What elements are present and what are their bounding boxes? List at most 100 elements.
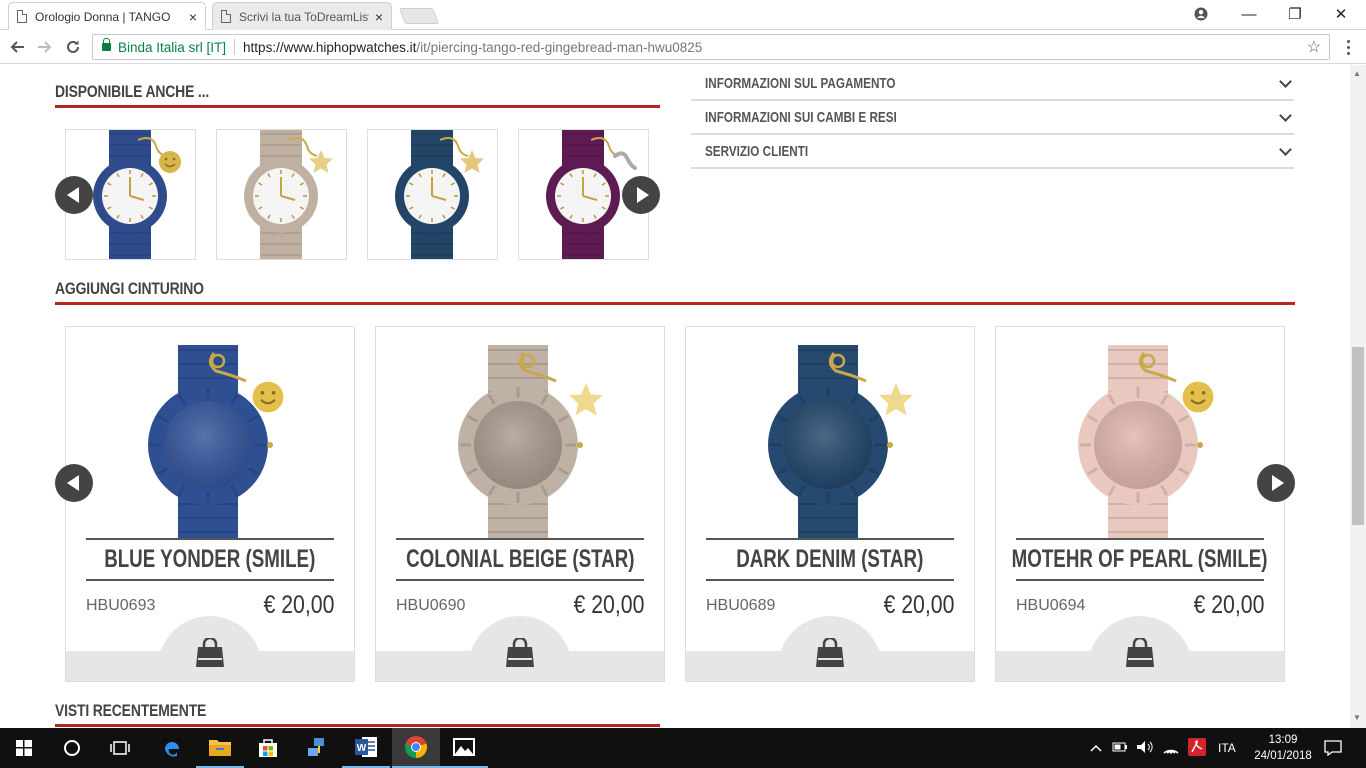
reload-icon[interactable] — [62, 36, 84, 58]
browser-toolbar: Binda Italia srl [IT] https://www.hiphop… — [0, 30, 1366, 64]
clock-date: 24/01/2018 — [1254, 750, 1312, 762]
accordion-returns[interactable]: INFORMAZIONI SUI CAMBI E RESI — [691, 101, 1294, 135]
strap-price: € 20,00 — [1193, 591, 1264, 619]
strap-price: € 20,00 — [883, 591, 954, 619]
chrome-menu-icon[interactable] — [1340, 36, 1356, 58]
notifications-icon[interactable] — [1312, 728, 1354, 768]
accordion-customer-service[interactable]: SERVIZIO CLIENTI — [691, 135, 1294, 169]
file-explorer-icon[interactable] — [196, 728, 244, 768]
carousel-prev-arrow-icon[interactable] — [55, 176, 93, 214]
strap-name[interactable]: COLONIAL BEIGE (STAR) — [396, 538, 644, 581]
recently-viewed-title: VISTI RECENTEMENTE — [55, 701, 207, 720]
chrome-icon[interactable] — [392, 728, 440, 768]
battery-icon[interactable] — [1112, 741, 1128, 755]
show-hidden-icons-icon[interactable] — [1090, 741, 1102, 755]
scrollbar-thumb[interactable] — [1352, 347, 1364, 525]
input-language[interactable]: ITA — [1218, 741, 1236, 755]
strap-price: € 20,00 — [573, 591, 644, 619]
available-watch-thumb[interactable] — [216, 129, 347, 260]
strap-name[interactable]: DARK DENIM (STAR) — [706, 538, 954, 581]
volume-icon[interactable] — [1136, 740, 1154, 757]
strap-name[interactable]: MOTEHR OF PEARL (SMILE) — [1012, 538, 1268, 581]
shopping-bag-icon[interactable] — [1124, 638, 1156, 668]
strap-prev-arrow-icon[interactable] — [55, 464, 93, 502]
store-icon[interactable] — [244, 728, 292, 768]
task-view-icon[interactable] — [96, 728, 144, 768]
document-icon — [221, 10, 231, 23]
carousel-next-arrow-icon[interactable] — [622, 176, 660, 214]
strap-card[interactable]: MOTEHR OF PEARL (SMILE) HBU0694 € 20,00 — [995, 326, 1285, 682]
windows-taskbar: W ITA 13:09 24/01/2018 — [0, 728, 1366, 768]
new-tab-button[interactable] — [399, 8, 439, 24]
tab-title: Orologio Donna | TANGO — [35, 9, 171, 24]
edge-icon[interactable] — [148, 728, 196, 768]
site-identity[interactable]: Binda Italia srl [IT] — [118, 40, 226, 55]
strap-price: € 20,00 — [263, 591, 334, 619]
add-strap-section-title: AGGIUNGI CINTURINO — [55, 279, 204, 298]
acrobat-icon[interactable] — [1188, 737, 1206, 759]
section-underline — [55, 302, 1295, 305]
strap-name-label: COLONIAL BEIGE (STAR) — [405, 545, 635, 573]
watch-image — [395, 130, 484, 259]
accordion-label: INFORMAZIONI SUI CAMBI E RESI — [705, 109, 897, 126]
minimize-button[interactable]: — — [1226, 0, 1272, 28]
strap-name-label: BLUE YONDER (SMILE) — [104, 545, 316, 573]
close-tab-icon[interactable]: × — [375, 9, 383, 25]
strap-card[interactable]: DARK DENIM (STAR) HBU0689 € 20,00 — [685, 326, 975, 682]
chevron-down-icon — [1279, 109, 1292, 122]
close-window-button[interactable]: ✕ — [1318, 0, 1364, 28]
strap-sku: HBU0694 — [1016, 597, 1086, 614]
tab-orologio-donna[interactable]: Orologio Donna | TANGO × — [8, 2, 206, 30]
start-icon[interactable] — [0, 728, 48, 768]
available-watch-thumb[interactable] — [367, 129, 498, 260]
accordion-label: SERVIZIO CLIENTI — [705, 143, 809, 160]
chevron-down-icon — [1279, 143, 1292, 156]
strap-card[interactable]: COLONIAL BEIGE (STAR) HBU0690 € 20,00 — [375, 326, 665, 682]
strap-image — [768, 345, 913, 540]
tab-strip: Orologio Donna | TANGO × Scrivi la tua T… — [0, 0, 1366, 30]
maximize-button[interactable]: ❐ — [1272, 0, 1318, 28]
strap-name-label: MOTEHR OF PEARL (SMILE) — [1012, 545, 1268, 573]
photos-icon[interactable] — [440, 728, 488, 768]
tab-todreamlist[interactable]: Scrivi la tua ToDreamList × — [212, 2, 392, 30]
strap-next-arrow-icon[interactable] — [1257, 464, 1295, 502]
clock[interactable]: 13:09 24/01/2018 — [1250, 732, 1316, 764]
shopping-bag-icon[interactable] — [814, 638, 846, 668]
tab-title: Scrivi la tua ToDreamList — [239, 9, 369, 24]
scroll-up-icon[interactable]: ▲ — [1353, 69, 1361, 78]
profile-icon[interactable] — [1178, 0, 1224, 28]
strap-name[interactable]: BLUE YONDER (SMILE) — [86, 538, 334, 581]
section-underline — [55, 724, 660, 727]
back-icon[interactable] — [6, 36, 28, 58]
word-icon[interactable]: W — [342, 728, 390, 768]
chevron-down-icon — [1279, 75, 1292, 88]
forward-icon[interactable] — [34, 36, 56, 58]
watch-image — [244, 130, 333, 259]
lock-icon — [102, 38, 111, 51]
strap-sku: HBU0690 — [396, 597, 466, 614]
shopping-bag-icon[interactable] — [194, 638, 226, 668]
accordion-payment[interactable]: INFORMAZIONI SUL PAGAMENTO — [691, 67, 1294, 101]
svg-text:W: W — [357, 743, 367, 754]
strap-card[interactable]: BLUE YONDER (SMILE) HBU0693 € 20,00 — [65, 326, 355, 682]
strap-sku: HBU0689 — [706, 597, 776, 614]
bookmark-star-icon[interactable]: ☆ — [1307, 37, 1321, 57]
address-bar[interactable]: Binda Italia srl [IT] https://www.hiphop… — [92, 34, 1330, 60]
network-app-icon[interactable] — [294, 728, 342, 768]
accordion-label: INFORMAZIONI SUL PAGAMENTO — [705, 75, 896, 92]
section-underline — [55, 105, 660, 108]
cortana-icon[interactable] — [48, 728, 96, 768]
strap-name-label: DARK DENIM (STAR) — [736, 545, 924, 573]
wifi-icon[interactable] — [1162, 740, 1180, 757]
document-icon — [17, 10, 27, 23]
page-scrollbar[interactable]: ▲ ▼ — [1350, 65, 1366, 728]
clock-time: 13:09 — [1268, 734, 1298, 746]
url-path: /it/piercing-tango-red-gingebread-man-hw… — [416, 39, 703, 55]
strap-sku: HBU0693 — [86, 597, 156, 614]
web-page: DISPONIBILE ANCHE ... INFORMAZIONI SUL P… — [0, 65, 1350, 728]
shopping-bag-icon[interactable] — [504, 638, 536, 668]
system-tray: ITA — [1090, 728, 1236, 768]
divider — [234, 39, 236, 55]
scroll-down-icon[interactable]: ▼ — [1353, 713, 1361, 722]
close-tab-icon[interactable]: × — [189, 9, 197, 25]
